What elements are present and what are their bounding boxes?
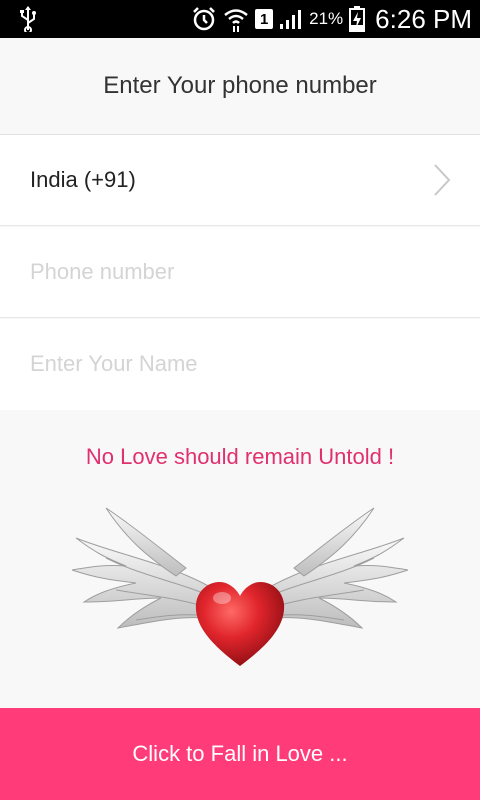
page-header: Enter Your phone number bbox=[0, 38, 480, 135]
tagline: No Love should remain Untold ! bbox=[85, 444, 395, 469]
name-row bbox=[0, 319, 480, 410]
battery-percent: 21% bbox=[309, 9, 344, 28]
country-selector[interactable]: India (+91) bbox=[0, 135, 480, 226]
status-bar: 1 21% 6:26 PM bbox=[0, 0, 480, 38]
phone-number-input[interactable] bbox=[30, 249, 450, 295]
phone-row bbox=[0, 227, 480, 318]
country-label: India (+91) bbox=[30, 167, 136, 192]
signal-icon bbox=[280, 10, 302, 29]
battery-charging-icon bbox=[349, 6, 366, 32]
alarm-icon bbox=[193, 7, 216, 31]
wifi-icon bbox=[224, 9, 248, 32]
clock: 6:26 PM bbox=[375, 3, 472, 34]
heart bbox=[195, 582, 285, 666]
winged-heart-image bbox=[71, 507, 409, 666]
promo-section: No Love should remain Untold ! bbox=[0, 410, 480, 708]
usb-icon bbox=[20, 6, 36, 32]
status-icons: 1 21% 6:26 PM bbox=[191, 0, 472, 38]
sim-slot-badge: 1 bbox=[255, 9, 274, 29]
name-input[interactable] bbox=[30, 341, 450, 387]
page-title: Enter Your phone number bbox=[103, 72, 377, 99]
chevron-right-icon bbox=[434, 164, 451, 196]
fall-in-love-button[interactable]: Click to Fall in Love ... bbox=[0, 708, 480, 800]
